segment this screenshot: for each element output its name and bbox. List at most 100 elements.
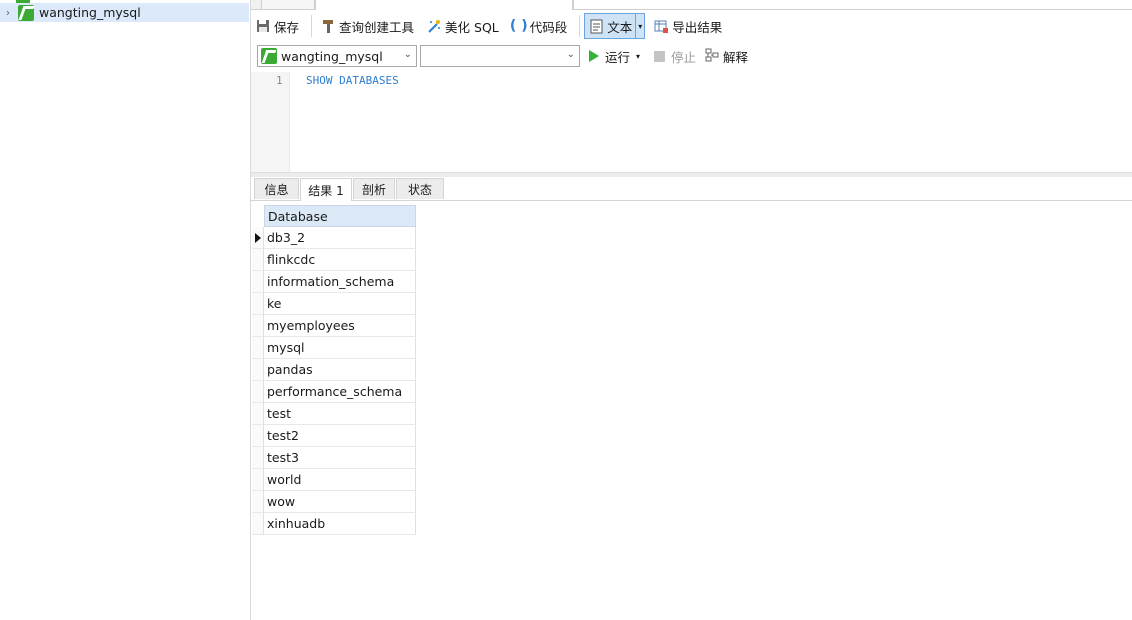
table-row[interactable]: test <box>251 403 416 425</box>
database-cell[interactable]: pandas <box>264 359 416 381</box>
database-cell[interactable]: world <box>264 469 416 491</box>
table-row[interactable]: test3 <box>251 447 416 469</box>
current-row-icon <box>255 233 261 243</box>
explain-icon <box>705 48 720 65</box>
beautify-sql-label: 美化 SQL <box>445 19 499 35</box>
explain-button[interactable]: 解释 <box>705 45 748 67</box>
row-marker <box>252 271 264 293</box>
table-row[interactable]: information_schema <box>251 271 416 293</box>
save-icon <box>255 18 271 34</box>
database-cell[interactable]: mysql <box>264 337 416 359</box>
database-cell[interactable]: db3_2 <box>264 227 416 249</box>
query-builder-button[interactable]: 查询创建工具 <box>316 14 418 38</box>
table-row[interactable]: ke <box>251 293 416 315</box>
export-results-button[interactable]: 导出结果 <box>649 14 726 38</box>
database-cell[interactable]: test <box>264 403 416 425</box>
table-row[interactable]: db3_2 <box>251 227 416 249</box>
sql-text[interactable]: SHOW DATABASES <box>306 74 399 87</box>
row-marker <box>252 381 264 403</box>
tab-area <box>573 0 1132 9</box>
stop-label: 停止 <box>671 49 697 65</box>
tab-profile[interactable]: 剖析 <box>353 178 395 199</box>
run-button[interactable]: 运行 ▾ <box>589 45 640 67</box>
run-dropdown-icon[interactable]: ▾ <box>636 52 640 61</box>
database-cell[interactable]: test2 <box>264 425 416 447</box>
editor-tab-strip <box>251 0 1132 10</box>
row-marker <box>252 513 264 535</box>
connection-select[interactable]: wangting_mysql ⌄ <box>257 45 417 67</box>
parentheses-icon: ( ) <box>509 18 528 34</box>
row-marker <box>252 249 264 271</box>
table-row[interactable]: flinkcdc <box>251 249 416 271</box>
connection-tree-item[interactable]: › wangting_mysql <box>0 3 249 22</box>
export-table-icon <box>653 18 669 34</box>
save-button[interactable]: 保存 <box>251 14 303 38</box>
toolbar-divider <box>311 15 313 37</box>
tab-objects[interactable] <box>261 0 315 10</box>
navigator-pane: › wangting_mysql <box>0 0 251 620</box>
row-marker <box>252 425 264 447</box>
database-cell[interactable]: test3 <box>264 447 416 469</box>
row-marker <box>252 447 264 469</box>
document-icon <box>588 18 604 34</box>
database-cell[interactable]: performance_schema <box>264 381 416 403</box>
query-editor: 保存 查询创建工具 美化 SQL ( ) 代码段 文本 ▾ 导出结果 wangt… <box>251 0 1132 620</box>
explain-label: 解释 <box>723 49 749 65</box>
text-mode-button[interactable]: 文本 <box>584 13 637 39</box>
tab-status[interactable]: 状态 <box>396 178 444 199</box>
editor-result-splitter[interactable] <box>251 172 1132 177</box>
sql-editor[interactable]: 1 SHOW DATABASES <box>251 72 1132 172</box>
row-marker <box>252 315 264 337</box>
database-cell[interactable]: xinhuadb <box>264 513 416 535</box>
grid-corner <box>252 205 264 227</box>
export-results-label: 导出结果 <box>672 19 723 35</box>
table-row[interactable]: test2 <box>251 425 416 447</box>
chevron-down-icon: ⌄ <box>566 49 575 60</box>
line-number-gutter <box>251 72 290 172</box>
table-row[interactable]: performance_schema <box>251 381 416 403</box>
row-marker <box>252 469 264 491</box>
database-cell[interactable]: information_schema <box>264 271 416 293</box>
line-number: 1 <box>276 74 283 87</box>
table-row[interactable]: myemployees <box>251 315 416 337</box>
play-icon <box>589 50 599 62</box>
tab-result-1[interactable]: 结果 1 <box>300 178 352 201</box>
row-marker <box>252 491 264 513</box>
table-row[interactable]: pandas <box>251 359 416 381</box>
chevron-right-icon[interactable]: › <box>0 6 16 19</box>
beautify-sql-button[interactable]: 美化 SQL <box>422 14 503 38</box>
code-snippet-button[interactable]: ( ) 代码段 <box>507 14 572 38</box>
stop-button[interactable]: 停止 <box>654 45 696 67</box>
tab-query[interactable] <box>315 0 573 10</box>
row-marker <box>252 293 264 315</box>
column-header-database[interactable]: Database <box>264 205 416 227</box>
magic-wand-icon <box>426 18 442 34</box>
stop-icon <box>654 50 665 62</box>
connection-label: wangting_mysql <box>39 5 141 20</box>
row-marker <box>252 227 264 249</box>
toolbar-divider <box>579 15 581 37</box>
mysql-connection-icon <box>17 4 35 21</box>
database-cell[interactable]: myemployees <box>264 315 416 337</box>
run-bar: wangting_mysql ⌄ ⌄ 运行 ▾ 停止 解释 <box>251 43 1132 71</box>
table-row[interactable]: xinhuadb <box>251 513 416 535</box>
chevron-down-icon: ⌄ <box>403 49 412 60</box>
result-tabs: 信息 结果 1 剖析 状态 <box>251 178 1132 201</box>
tab-info[interactable]: 信息 <box>254 178 299 199</box>
table-row[interactable]: mysql <box>251 337 416 359</box>
database-select[interactable]: ⌄ <box>420 45 580 67</box>
database-cell[interactable]: ke <box>264 293 416 315</box>
run-label: 运行 <box>605 49 631 65</box>
database-cell[interactable]: flinkcdc <box>264 249 416 271</box>
connection-select-value: wangting_mysql <box>281 48 383 64</box>
grid-header-row: Database <box>251 205 416 227</box>
database-cell[interactable]: wow <box>264 491 416 513</box>
table-row[interactable]: world <box>251 469 416 491</box>
row-marker <box>252 359 264 381</box>
text-mode-label: 文本 <box>607 19 633 35</box>
row-marker <box>252 337 264 359</box>
save-label: 保存 <box>274 19 300 35</box>
text-mode-dropdown-icon[interactable]: ▾ <box>636 13 646 39</box>
mysql-connection-icon <box>261 48 277 64</box>
table-row[interactable]: wow <box>251 491 416 513</box>
